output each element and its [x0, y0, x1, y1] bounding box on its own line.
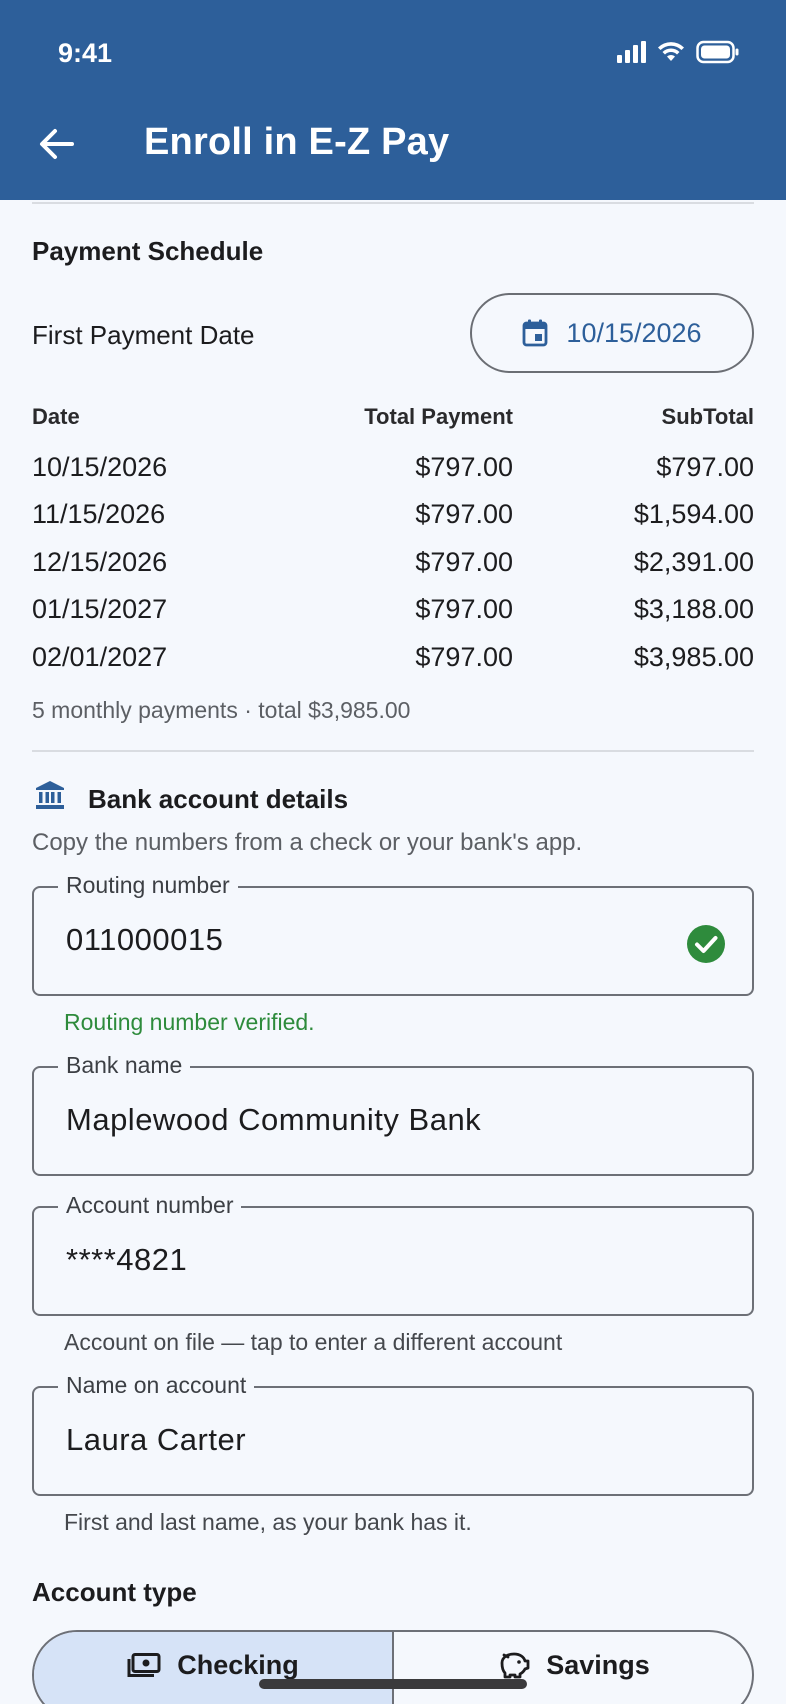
schedule-title: Payment Schedule [32, 236, 264, 266]
first-payment-date-value: 10/15/2026 [566, 317, 702, 348]
account-type-savings[interactable]: Savings [394, 1632, 752, 1704]
row-total: $797.00 [415, 642, 513, 672]
arrow-left-icon [40, 129, 74, 159]
section-divider [32, 750, 754, 752]
account-type-checking-label: Checking [177, 1649, 299, 1680]
piggy-bank-icon [500, 1652, 530, 1679]
status-icons [617, 40, 740, 64]
bank-icon [36, 781, 64, 809]
name-on-account-value: Laura Carter [66, 1422, 247, 1457]
row-subtotal: $3,188.00 [633, 594, 754, 624]
bank-name-value: Maplewood Community Bank [66, 1102, 482, 1137]
routing-number-field[interactable]: Routing number 011000015 [32, 872, 754, 996]
bank-name-label: Bank name [58, 1052, 191, 1079]
account-number-helper: Account on file — tap to enter a differe… [64, 1329, 563, 1355]
check-circle-icon [687, 925, 725, 963]
calendar-icon [523, 319, 548, 347]
account-type-savings-label: Savings [546, 1649, 650, 1680]
row-subtotal: $3,985.00 [633, 642, 754, 672]
bank-details-subtitle: Copy the numbers from a check or your ba… [32, 829, 583, 856]
row-date: 12/15/2026 [32, 547, 168, 577]
account-number-field[interactable]: Account number ****4821 [32, 1192, 754, 1316]
table-row: 02/01/2027 $797.00 $3,985.00 [32, 642, 754, 682]
row-total: $797.00 [415, 594, 513, 624]
routing-number-helper: Routing number verified. [64, 1009, 315, 1035]
row-date: 11/15/2026 [32, 499, 166, 529]
row-date: 01/15/2027 [32, 594, 168, 624]
schedule-summary: 5 monthly payments · total $3,985.00 [32, 697, 411, 723]
table-row: 12/15/2026 $797.00 $2,391.00 [32, 547, 754, 587]
row-date: 02/01/2027 [32, 642, 168, 672]
row-subtotal: $797.00 [656, 452, 754, 482]
cellular-signal-icon [617, 41, 646, 63]
name-on-account-field[interactable]: Name on account Laura Carter [32, 1372, 754, 1496]
page-title: Enroll in E-Z Pay [144, 121, 450, 163]
status-time: 9:41 [58, 38, 113, 68]
row-total: $797.00 [415, 452, 513, 482]
schedule-header-subtotal: SubTotal [661, 404, 754, 429]
battery-icon [696, 40, 739, 64]
row-total: $797.00 [415, 547, 513, 577]
account-type-checking[interactable]: Checking [34, 1632, 394, 1704]
schedule-header-date: Date [32, 404, 80, 429]
row-subtotal: $1,594.00 [633, 499, 754, 529]
table-row: 10/15/2026 $797.00 $797.00 [32, 452, 754, 492]
account-type-title: Account type [32, 1577, 197, 1607]
bank-details-title: Bank account details [88, 784, 349, 814]
checking-icon [127, 1653, 161, 1677]
back-button[interactable] [30, 118, 82, 170]
name-on-account-label: Name on account [58, 1372, 255, 1399]
table-row: 11/15/2026 $797.00 $1,594.00 [32, 499, 754, 539]
account-type-toggle: Checking Savings [32, 1630, 754, 1704]
home-indicator[interactable] [259, 1679, 527, 1689]
table-row: 01/15/2027 $797.00 $3,188.00 [32, 594, 754, 634]
wifi-icon [658, 42, 684, 61]
app-bar: 9:41 Enroll in E-Z Pay [0, 0, 786, 200]
row-subtotal: $2,391.00 [633, 547, 754, 577]
account-number-value: ****4821 [66, 1242, 188, 1277]
first-payment-label: First Payment Date [32, 320, 255, 350]
routing-number-value: 011000015 [66, 922, 224, 957]
top-divider [32, 202, 754, 204]
row-total: $797.00 [415, 499, 513, 529]
name-on-account-helper: First and last name, as your bank has it… [64, 1509, 472, 1535]
bank-name-field[interactable]: Bank name Maplewood Community Bank [32, 1052, 754, 1176]
routing-number-label: Routing number [58, 872, 238, 899]
row-date: 10/15/2026 [32, 452, 168, 482]
schedule-header-total: Total Payment [364, 404, 513, 429]
first-payment-date-button[interactable]: 10/15/2026 [470, 293, 754, 373]
account-number-label: Account number [58, 1192, 242, 1219]
